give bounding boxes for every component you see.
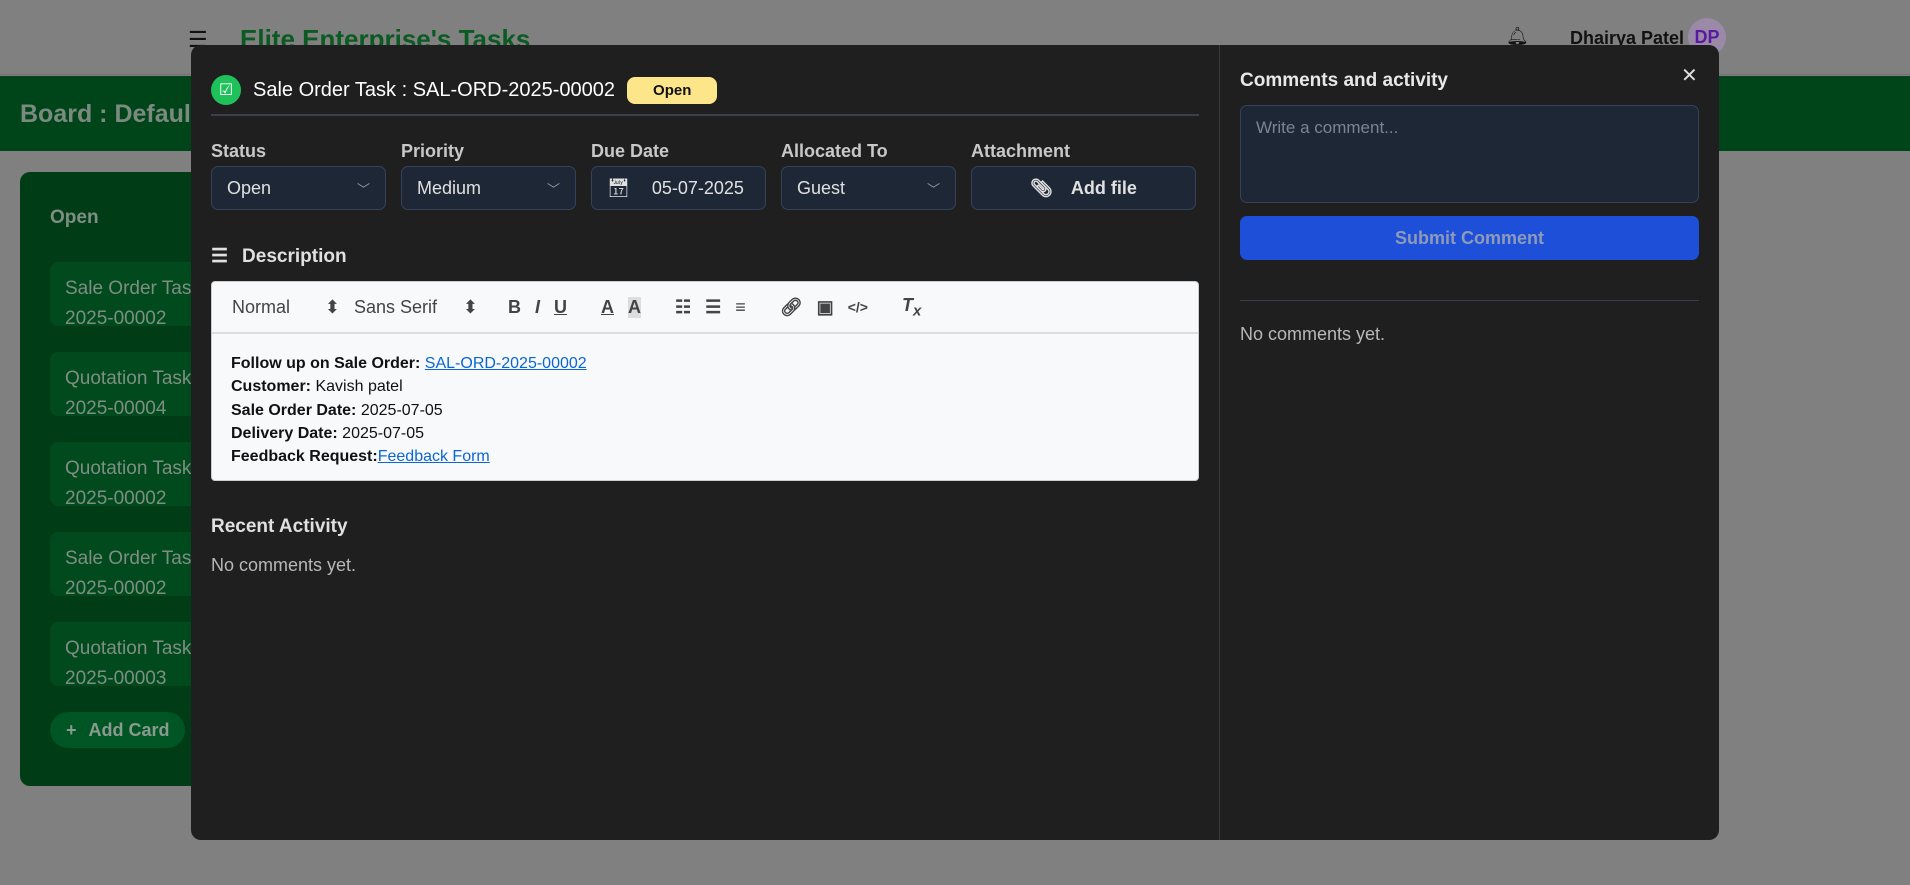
column-title: Open	[50, 207, 99, 228]
board-title: Board : Default	[20, 100, 200, 128]
text-color-icon[interactable]: A	[601, 297, 614, 318]
sale-order-date-value: 2025-07-05	[360, 401, 443, 419]
priority-value: Medium	[417, 177, 482, 198]
comments-title: Comments and activity	[1240, 70, 1448, 91]
divider	[211, 114, 1199, 116]
bullet-list-icon[interactable]: ☰	[705, 297, 721, 318]
comment-input[interactable]	[1240, 105, 1699, 203]
clear-format-icon[interactable]: Tx	[902, 295, 921, 320]
customer-value: Kavish patel	[315, 378, 403, 396]
image-icon[interactable]: ▣	[817, 297, 834, 318]
task-modal: ☑ Sale Order Task : SAL-ORD-2025-00002 O…	[191, 45, 1719, 840]
add-card-button[interactable]: + Add Card	[50, 712, 185, 748]
status-value: Open	[227, 177, 272, 198]
list-icon: ☰	[211, 246, 229, 267]
background-color-icon[interactable]: A	[628, 296, 642, 318]
editor-toolbar: Normal ⬍ Sans Serif ⬍ B I U A A ☷ ☰ ≡ 🔗︎ ▣…	[212, 282, 1198, 334]
due-date-label: Due Date	[591, 141, 670, 161]
line-label: Sale Order Date:	[231, 401, 357, 419]
delivery-date-value: 2025-07-05	[342, 424, 425, 442]
due-date-input[interactable]: 📅︎ 05-07-2025	[591, 166, 766, 210]
allocated-to-label: Allocated To	[781, 141, 888, 161]
due-date-value: 05-07-2025	[651, 177, 744, 198]
align-icon[interactable]: ≡	[735, 297, 746, 318]
priority-label: Priority	[401, 141, 465, 161]
checkbox-task-icon: ☑	[211, 75, 241, 105]
underline-icon[interactable]: U	[554, 297, 567, 318]
attachment-label: Attachment	[971, 141, 1071, 161]
recent-activity-empty: No comments yet.	[211, 555, 357, 575]
header-format-value: Normal	[232, 296, 291, 317]
sale-order-link[interactable]: SAL-ORD-2025-00002	[425, 355, 587, 372]
add-file-button[interactable]: 📎︎ Add file	[971, 166, 1196, 210]
font-value: Sans Serif	[354, 296, 438, 317]
updown-icon: ⬍	[324, 296, 340, 317]
status-label: Status	[211, 141, 267, 161]
calendar-icon: 📅︎	[607, 177, 630, 198]
link-icon[interactable]: 🔗︎	[780, 297, 803, 318]
line-label: Delivery Date:	[231, 424, 338, 442]
description-editor[interactable]: Normal ⬍ Sans Serif ⬍ B I U A A ☷ ☰ ≡ 🔗︎ ▣…	[211, 281, 1199, 481]
paperclip-icon: 📎︎	[1030, 177, 1053, 198]
description-title: Description	[242, 245, 347, 267]
comments-pane: Comments and activity Submit Comment No …	[1240, 45, 1699, 840]
chevron-down-icon: ﹀	[546, 181, 560, 197]
allocated-to-select[interactable]: Guest ﹀	[781, 166, 956, 210]
task-details-pane: ☑ Sale Order Task : SAL-ORD-2025-00002 O…	[211, 45, 1199, 840]
font-select[interactable]: Sans Serif ⬍	[354, 297, 478, 318]
status-badge: Open	[627, 76, 718, 104]
chevron-down-icon: ﹀	[356, 181, 370, 197]
description-content[interactable]: Follow up on Sale Order: SAL-ORD-2025-00…	[212, 334, 1198, 486]
ordered-list-icon[interactable]: ☷	[675, 297, 691, 318]
priority-select[interactable]: Medium ﹀	[401, 166, 576, 210]
bell-icon[interactable]: 🔔︎	[1506, 26, 1529, 47]
task-title: Sale Order Task : SAL-ORD-2025-00002	[253, 78, 616, 101]
recent-activity-title: Recent Activity	[211, 516, 348, 537]
comments-empty: No comments yet.	[1240, 324, 1386, 344]
allocated-value: Guest	[797, 177, 846, 198]
submit-comment-button[interactable]: Submit Comment	[1240, 216, 1699, 260]
chevron-down-icon: ﹀	[926, 181, 940, 197]
line-label: Follow up on Sale Order:	[231, 355, 421, 372]
line-label: Feedback Request:	[231, 448, 378, 466]
pane-divider	[1219, 45, 1220, 840]
updown-icon: ⬍	[462, 296, 478, 317]
add-file-label: Add file	[1070, 177, 1137, 198]
plus-icon: +	[66, 719, 77, 740]
add-card-label: Add Card	[88, 719, 170, 740]
line-label: Customer:	[231, 378, 312, 396]
bold-icon[interactable]: B	[508, 297, 521, 318]
feedback-form-link[interactable]: Feedback Form	[378, 448, 490, 465]
divider	[1240, 300, 1699, 301]
italic-icon[interactable]: I	[535, 297, 540, 318]
header-format-select[interactable]: Normal ⬍	[232, 297, 340, 318]
code-icon[interactable]: </>	[848, 299, 868, 315]
status-select[interactable]: Open ﹀	[211, 166, 386, 210]
